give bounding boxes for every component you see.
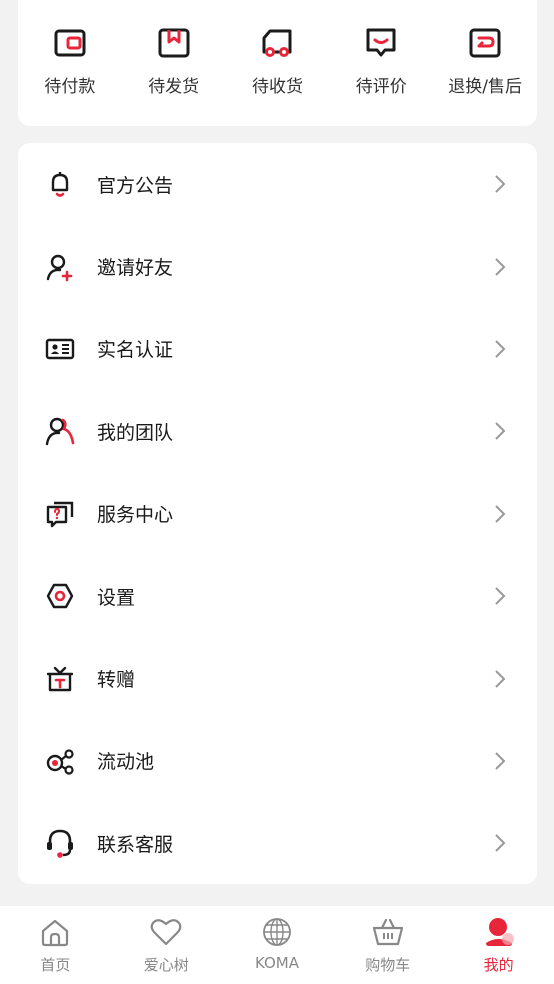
order-pending-payment[interactable]: 待付款 — [18, 0, 122, 126]
menu-item-customer-service[interactable]: 联系客服 — [18, 802, 537, 884]
package-icon — [157, 26, 191, 60]
menu-label: 邀请好友 — [97, 257, 174, 280]
bottom-tab-bar: 首页 爱心树 KOMA 购物车 我的 — [0, 906, 554, 984]
gift-icon — [44, 663, 76, 695]
menu-item-announcements[interactable]: 官方公告 — [18, 143, 537, 225]
heart-icon — [149, 915, 183, 949]
menu-label: 流动池 — [97, 751, 155, 774]
team-icon — [44, 415, 76, 447]
tab-label: 首页 — [40, 956, 71, 974]
menu-item-settings[interactable]: 设置 — [18, 555, 537, 637]
basket-icon — [371, 915, 405, 949]
menu-label: 官方公告 — [97, 174, 174, 197]
chevron-right-icon — [493, 257, 507, 277]
tab-label: 购物车 — [365, 956, 411, 974]
menu-item-service-center[interactable]: 服务中心 — [18, 473, 537, 555]
tab-label: KOMA — [254, 954, 299, 972]
order-label: 待收货 — [251, 77, 303, 97]
chevron-right-icon — [493, 751, 507, 771]
menu-item-real-name-verification[interactable]: 实名认证 — [18, 308, 537, 390]
menu-label: 联系客服 — [97, 833, 174, 856]
menu-label: 我的团队 — [97, 421, 174, 444]
order-pending-review[interactable]: 待评价 — [329, 0, 433, 126]
profile-icon — [482, 915, 516, 949]
truck-icon — [260, 26, 294, 60]
menu-label: 设置 — [97, 586, 136, 609]
tab-mine[interactable]: 我的 — [443, 906, 554, 984]
comment-icon — [364, 26, 398, 60]
menu-label: 实名认证 — [97, 339, 174, 362]
tab-home[interactable]: 首页 — [0, 906, 111, 984]
id-card-icon — [44, 333, 76, 365]
order-pending-receipt[interactable]: 待收货 — [226, 0, 330, 126]
menu-list: 官方公告 邀请好友 实名认证 我的团队 服务中心 设置 转赠 流动池 联系客服 — [18, 143, 537, 884]
add-user-icon — [44, 251, 76, 283]
order-label: 待付款 — [44, 77, 96, 97]
chevron-right-icon — [493, 669, 507, 689]
tab-label: 我的 — [483, 956, 514, 974]
globe-icon — [260, 915, 294, 949]
home-icon — [38, 915, 72, 949]
tab-love-tree[interactable]: 爱心树 — [111, 906, 222, 984]
pool-icon — [44, 745, 76, 777]
menu-item-my-team[interactable]: 我的团队 — [18, 390, 537, 472]
menu-item-transfer-gift[interactable]: 转赠 — [18, 637, 537, 719]
headset-icon — [44, 827, 76, 859]
bell-icon — [44, 168, 76, 200]
chevron-right-icon — [493, 421, 507, 441]
chevron-right-icon — [493, 174, 507, 194]
order-status-card: 待付款 待发货 待收货 待评价 退换/售后 — [18, 0, 537, 126]
tab-cart[interactable]: 购物车 — [332, 906, 443, 984]
chevron-right-icon — [493, 586, 507, 606]
return-icon — [468, 26, 502, 60]
tab-label: 爱心树 — [143, 956, 189, 974]
chevron-right-icon — [493, 833, 507, 853]
menu-label: 服务中心 — [97, 504, 174, 527]
chevron-right-icon — [493, 504, 507, 524]
tab-koma[interactable]: KOMA — [222, 906, 333, 984]
wallet-icon — [53, 26, 87, 60]
help-center-icon — [44, 498, 76, 530]
chevron-right-icon — [493, 339, 507, 359]
menu-label: 转赠 — [97, 669, 136, 692]
menu-item-invite-friends[interactable]: 邀请好友 — [18, 225, 537, 307]
order-label: 退换/售后 — [448, 77, 522, 97]
order-label: 待发货 — [148, 77, 200, 97]
order-pending-shipment[interactable]: 待发货 — [122, 0, 226, 126]
order-after-sales[interactable]: 退换/售后 — [433, 0, 537, 126]
settings-icon — [44, 580, 76, 612]
order-label: 待评价 — [355, 77, 407, 97]
menu-item-liquidity-pool[interactable]: 流动池 — [18, 720, 537, 802]
